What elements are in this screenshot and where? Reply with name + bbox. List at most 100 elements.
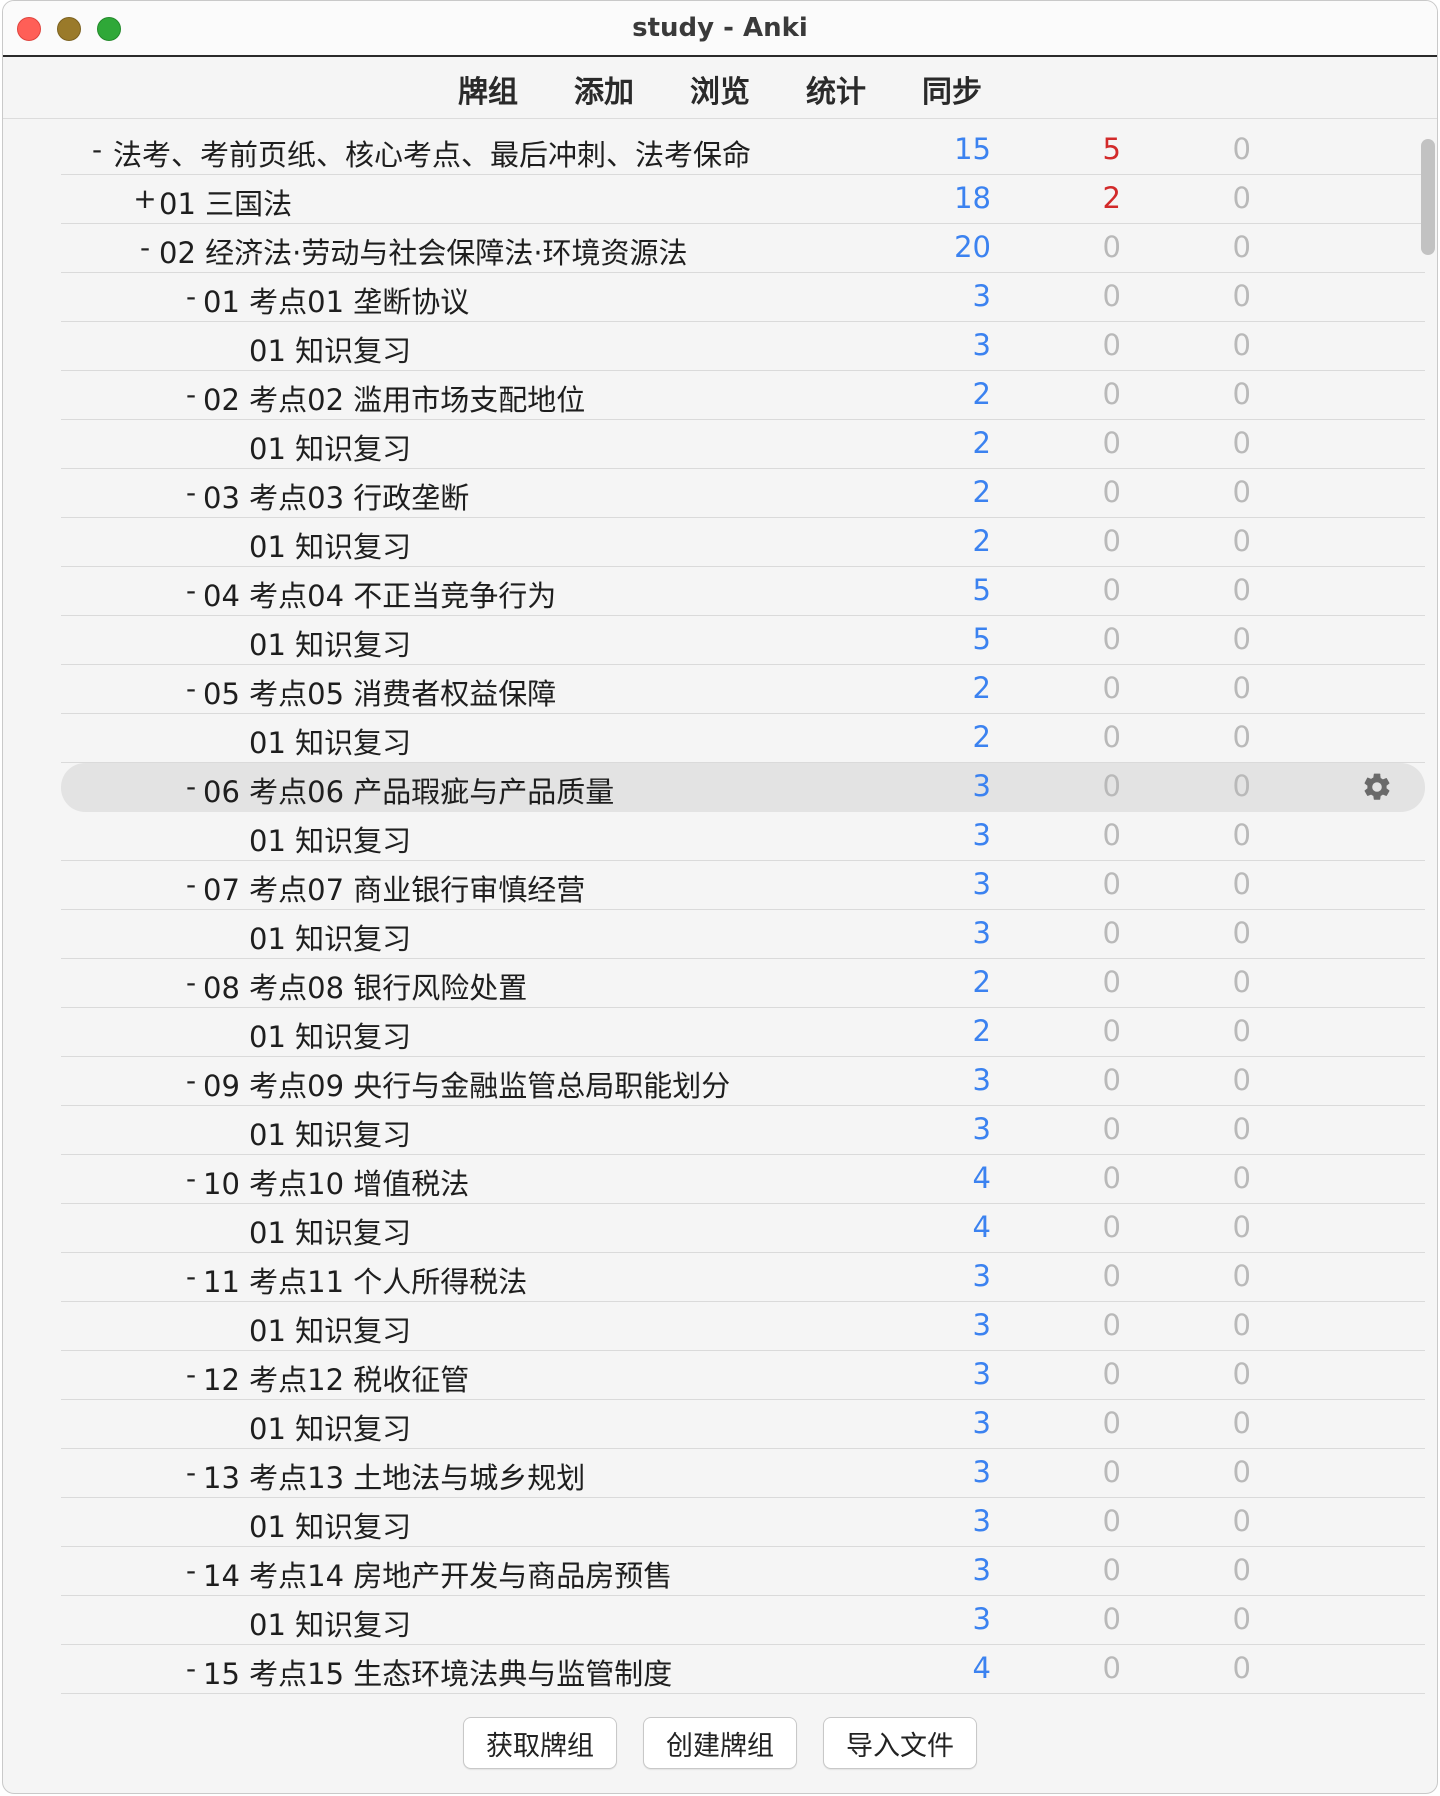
deck-name[interactable]: 02 考点02 滥用市场支配地位 — [203, 377, 585, 419]
deck-row[interactable]: 01 知识复习 3 0 0 — [61, 910, 1425, 959]
review-count: 0 — [1232, 230, 1251, 264]
deck-name[interactable]: 01 知识复习 — [249, 1112, 411, 1154]
deck-name[interactable]: 01 知识复习 — [249, 916, 411, 958]
deck-name[interactable]: 01 知识复习 — [249, 818, 411, 860]
deck-row[interactable]: -15 考点15 生态环境法典与监管制度 4 0 0 — [61, 1645, 1425, 1694]
deck-row[interactable]: -02 经济法·劳动与社会保障法·环境资源法 20 0 0 — [61, 224, 1425, 273]
deck-row[interactable]: -05 考点05 消费者权益保障 2 0 0 — [61, 665, 1425, 714]
collapse-toggle[interactable]: - — [179, 280, 203, 313]
deck-name[interactable]: 01 知识复习 — [249, 524, 411, 566]
deck-name[interactable]: 01 考点01 垄断协议 — [203, 279, 469, 321]
create-deck-button[interactable]: 创建牌组 — [643, 1717, 797, 1769]
collapse-toggle[interactable]: - — [179, 1652, 203, 1685]
deck-name[interactable]: 法考、考前页纸、核心考点、最后冲刺、法考保命 — [113, 132, 751, 174]
review-count: 0 — [1232, 818, 1251, 852]
deck-row[interactable]: -03 考点03 行政垄断 2 0 0 — [61, 469, 1425, 518]
deck-row[interactable]: 01 知识复习 3 0 0 — [61, 1106, 1425, 1155]
deck-name[interactable]: 01 知识复习 — [249, 622, 411, 664]
deck-name[interactable]: 01 知识复习 — [249, 426, 411, 468]
deck-row[interactable]: -10 考点10 增值税法 4 0 0 — [61, 1155, 1425, 1204]
deck-row[interactable]: -14 考点14 房地产开发与商品房预售 3 0 0 — [61, 1547, 1425, 1596]
deck-row[interactable]: 01 知识复习 5 0 0 — [61, 616, 1425, 665]
deck-row[interactable]: -08 考点08 银行风险处置 2 0 0 — [61, 959, 1425, 1008]
window-title: study - Anki — [632, 13, 808, 43]
deck-name[interactable]: 15 考点15 生态环境法典与监管制度 — [203, 1651, 672, 1693]
import-file-button[interactable]: 导入文件 — [823, 1717, 977, 1769]
deck-row[interactable]: 01 知识复习 4 0 0 — [61, 1204, 1425, 1253]
deck-name[interactable]: 05 考点05 消费者权益保障 — [203, 671, 556, 713]
deck-row[interactable]: - 法考、考前页纸、核心考点、最后冲刺、法考保命 15 5 0 — [61, 126, 1425, 175]
collapse-toggle[interactable]: - — [85, 133, 109, 166]
deck-row[interactable]: -12 考点12 税收征管 3 0 0 — [61, 1351, 1425, 1400]
deck-name[interactable]: 11 考点11 个人所得税法 — [203, 1259, 527, 1301]
collapse-toggle[interactable]: - — [179, 1358, 203, 1391]
deck-name[interactable]: 09 考点09 央行与金融监管总局职能划分 — [203, 1063, 730, 1105]
collapse-toggle[interactable]: - — [179, 1260, 203, 1293]
collapse-toggle[interactable]: - — [179, 1554, 203, 1587]
deck-row[interactable]: -04 考点04 不正当竞争行为 5 0 0 — [61, 567, 1425, 616]
deck-name[interactable]: 02 经济法·劳动与社会保障法·环境资源法 — [159, 230, 688, 272]
collapse-toggle[interactable]: - — [179, 476, 203, 509]
deck-row[interactable]: -01 考点01 垄断协议 3 0 0 — [61, 273, 1425, 322]
collapse-toggle[interactable]: - — [133, 231, 157, 264]
deck-name[interactable]: 14 考点14 房地产开发与商品房预售 — [203, 1553, 672, 1595]
deck-name[interactable]: 01 知识复习 — [249, 1014, 411, 1056]
deck-name[interactable]: 03 考点03 行政垄断 — [203, 475, 469, 517]
deck-name[interactable]: 08 考点08 银行风险处置 — [203, 965, 527, 1007]
deck-name[interactable]: 10 考点10 增值税法 — [203, 1161, 469, 1203]
toolbar-sync[interactable]: 同步 — [894, 67, 1010, 111]
deck-row[interactable]: 01 知识复习 2 0 0 — [61, 518, 1425, 567]
deck-name[interactable]: 04 考点04 不正当竞争行为 — [203, 573, 556, 615]
gear-icon[interactable] — [1361, 771, 1393, 803]
deck-name[interactable]: 01 知识复习 — [249, 1210, 411, 1252]
collapse-toggle[interactable]: - — [179, 1064, 203, 1097]
deck-row[interactable]: 01 知识复习 3 0 0 — [61, 812, 1425, 861]
deck-row[interactable]: -09 考点09 央行与金融监管总局职能划分 3 0 0 — [61, 1057, 1425, 1106]
deck-name[interactable]: 06 考点06 产品瑕疵与产品质量 — [203, 769, 614, 811]
collapse-toggle[interactable]: - — [179, 378, 203, 411]
deck-row[interactable]: -02 考点02 滥用市场支配地位 2 0 0 — [61, 371, 1425, 420]
deck-name[interactable]: 13 考点13 土地法与城乡规划 — [203, 1455, 585, 1497]
deck-row[interactable]: 01 知识复习 2 0 0 — [61, 1008, 1425, 1057]
deck-name[interactable]: 01 知识复习 — [249, 1308, 411, 1350]
deck-name[interactable]: 01 知识复习 — [249, 1504, 411, 1546]
collapse-toggle[interactable]: - — [179, 966, 203, 999]
collapse-toggle[interactable]: - — [179, 1162, 203, 1195]
deck-row[interactable]: 01 知识复习 2 0 0 — [61, 420, 1425, 469]
deck-row[interactable]: 01 知识复习 3 0 0 — [61, 1400, 1425, 1449]
deck-name[interactable]: 01 三国法 — [159, 181, 292, 223]
title-bar[interactable]: study - Anki — [3, 1, 1437, 57]
toolbar-browse[interactable]: 浏览 — [662, 67, 778, 111]
deck-row[interactable]: -13 考点13 土地法与城乡规划 3 0 0 — [61, 1449, 1425, 1498]
review-count: 0 — [1232, 867, 1251, 901]
collapse-toggle[interactable]: - — [179, 868, 203, 901]
deck-row[interactable]: -07 考点07 商业银行审慎经营 3 0 0 — [61, 861, 1425, 910]
expand-toggle[interactable]: + — [133, 182, 157, 215]
toolbar-decks[interactable]: 牌组 — [430, 67, 546, 111]
deck-name[interactable]: 01 知识复习 — [249, 1602, 411, 1644]
learn-count: 0 — [1102, 720, 1121, 754]
deck-name[interactable]: 01 知识复习 — [249, 1406, 411, 1448]
vertical-scrollbar[interactable] — [1421, 139, 1435, 255]
deck-row[interactable]: -06 考点06 产品瑕疵与产品质量 3 0 0 — [61, 763, 1425, 812]
learn-count: 0 — [1102, 867, 1121, 901]
collapse-toggle[interactable]: - — [179, 574, 203, 607]
deck-name[interactable]: 07 考点07 商业银行审慎经营 — [203, 867, 585, 909]
deck-row[interactable]: +01 三国法 18 2 0 — [61, 175, 1425, 224]
collapse-toggle[interactable]: - — [179, 672, 203, 705]
deck-row[interactable]: 01 知识复习 3 0 0 — [61, 322, 1425, 371]
collapse-toggle[interactable]: - — [179, 770, 203, 803]
toolbar-add[interactable]: 添加 — [546, 67, 662, 111]
deck-name[interactable]: 01 知识复习 — [249, 328, 411, 370]
deck-name[interactable]: 01 知识复习 — [249, 720, 411, 762]
collapse-toggle[interactable]: - — [179, 1456, 203, 1489]
deck-row[interactable]: -11 考点11 个人所得税法 3 0 0 — [61, 1253, 1425, 1302]
deck-row[interactable]: 01 知识复习 3 0 0 — [61, 1596, 1425, 1645]
get-shared-decks-button[interactable]: 获取牌组 — [463, 1717, 617, 1769]
deck-name[interactable]: 12 考点12 税收征管 — [203, 1357, 469, 1399]
deck-row[interactable]: 01 知识复习 3 0 0 — [61, 1302, 1425, 1351]
toolbar-stats[interactable]: 统计 — [778, 67, 894, 111]
deck-row[interactable]: 01 知识复习 3 0 0 — [61, 1498, 1425, 1547]
review-count: 0 — [1232, 1112, 1251, 1146]
deck-row[interactable]: 01 知识复习 2 0 0 — [61, 714, 1425, 763]
